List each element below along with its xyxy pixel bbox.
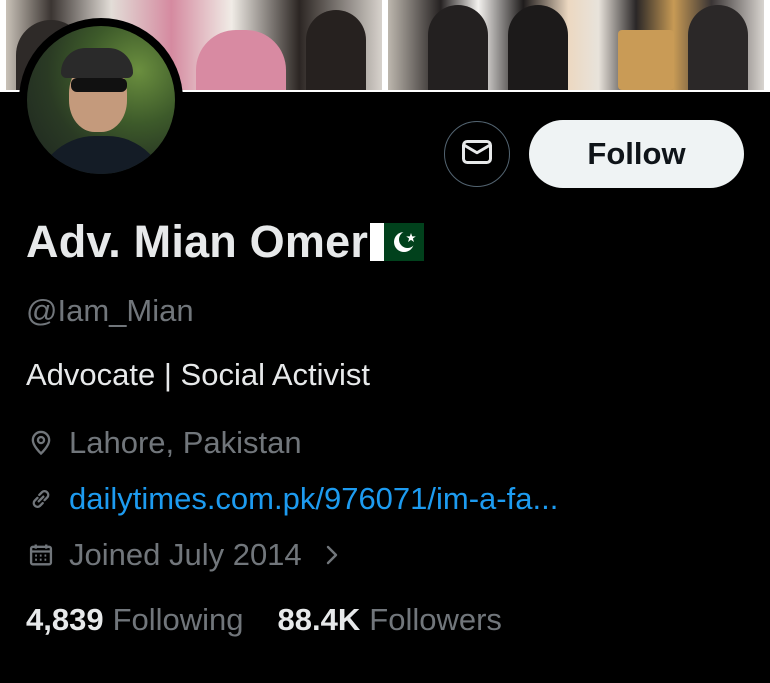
calendar-icon xyxy=(26,540,56,570)
map-pin-icon xyxy=(26,428,56,458)
location-text: Lahore, Pakistan xyxy=(69,425,302,460)
display-name-row: Adv. Mian Omer xyxy=(26,216,425,268)
pakistan-flag-icon xyxy=(370,223,425,261)
location-row: Lahore, Pakistan xyxy=(26,425,302,461)
bio: Advocate | Social Activist xyxy=(26,357,371,392)
website-link[interactable]: dailytimes.com.pk/976071/im-a-fa... xyxy=(69,481,558,517)
display-name: Adv. Mian Omer xyxy=(26,216,369,267)
chevron-right-icon[interactable] xyxy=(322,542,342,568)
joined-text: Joined July 2014 xyxy=(69,537,302,572)
user-handle: @Iam_Mian xyxy=(26,293,194,328)
followers-count: 88.4K xyxy=(277,602,361,637)
followers-stat[interactable]: 88.4K Followers xyxy=(278,602,502,638)
following-label: Following xyxy=(112,602,244,637)
follow-button[interactable]: Follow xyxy=(529,120,744,188)
following-count: 4,839 xyxy=(26,602,104,637)
followers-label: Followers xyxy=(369,602,502,637)
avatar[interactable] xyxy=(19,18,183,182)
follow-stats: 4,839 Following 88.4K Followers xyxy=(26,602,502,638)
avatar-image xyxy=(27,26,175,174)
website-row: dailytimes.com.pk/976071/im-a-fa... xyxy=(26,481,558,517)
following-stat[interactable]: 4,839 Following xyxy=(26,602,244,638)
link-icon xyxy=(26,484,56,514)
message-button[interactable] xyxy=(444,121,510,187)
joined-row[interactable]: Joined July 2014 xyxy=(26,537,342,573)
envelope-icon xyxy=(459,134,495,175)
banner-photo-right xyxy=(388,0,764,90)
